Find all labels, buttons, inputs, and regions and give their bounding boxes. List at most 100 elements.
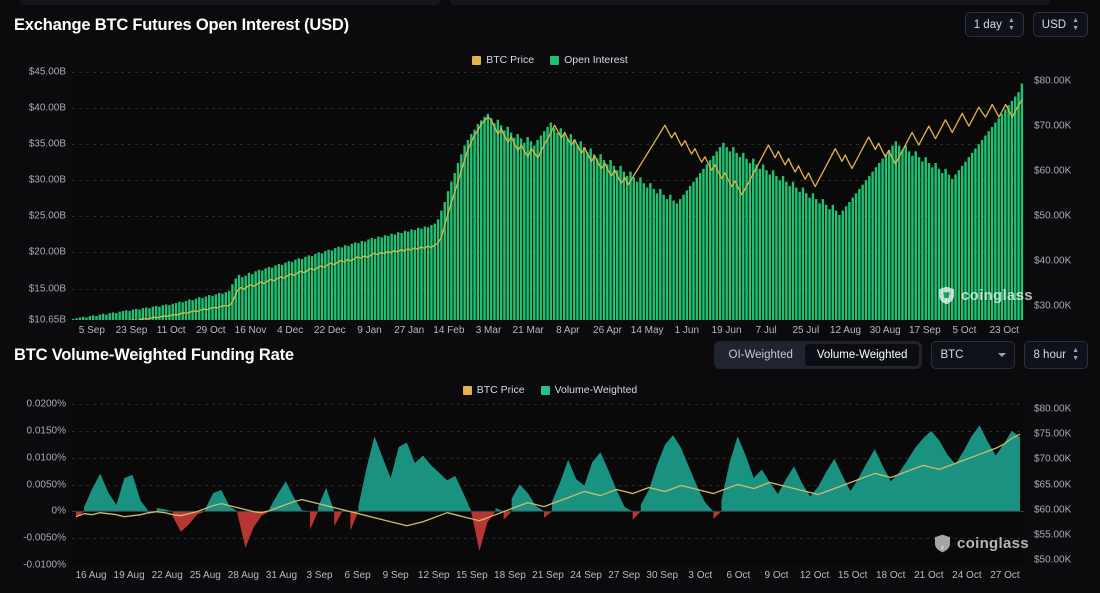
- x-axis-tick: 24 Oct: [952, 570, 982, 581]
- y-axis-tick-right: $60.00K: [1034, 165, 1072, 177]
- x-axis-tick: 5 Oct: [952, 325, 977, 336]
- x-axis-tick: 27 Jan: [394, 325, 425, 336]
- interval-select-value: 8 hour: [1033, 349, 1067, 361]
- open-interest-plot[interactable]: [72, 72, 1024, 320]
- x-axis-tick: 21 Sep: [532, 570, 564, 581]
- chart1-controls: 1 day ▲ ▼ USD ▲ ▼: [964, 12, 1088, 37]
- y-axis-tick-left: $40.00B: [28, 102, 66, 114]
- x-axis-tick: 18 Sep: [494, 570, 526, 581]
- x-axis-tick: 15 Sep: [455, 570, 488, 581]
- y-axis-tick-right: $70.00K: [1034, 453, 1072, 465]
- symbol-select-btc[interactable]: BTC: [931, 341, 1016, 369]
- legend-label: Open Interest: [564, 54, 628, 66]
- chart2-header: BTC Volume-Weighted Funding Rate OI-Weig…: [0, 336, 1100, 376]
- x-axis-tick: 18 Oct: [875, 570, 906, 581]
- x-axis-tick: 11 Oct: [156, 325, 186, 336]
- x-axis-tick: 23 Sep: [115, 325, 148, 336]
- legend-swatch-icon: [462, 385, 472, 395]
- x-axis-tick: 30 Sep: [646, 570, 679, 581]
- toggle-option-volume-weighted[interactable]: Volume-Weighted: [804, 344, 920, 366]
- y-axis-tick-left: $30.00B: [28, 174, 66, 186]
- y-axis-tick-right: $30.00K: [1034, 300, 1072, 312]
- legend-item-open-interest[interactable]: Open Interest: [550, 54, 628, 66]
- currency-select-usd[interactable]: USD ▲ ▼: [1032, 12, 1088, 37]
- x-axis-tick: 8 Apr: [556, 325, 580, 336]
- x-axis-tick: 12 Oct: [799, 570, 830, 581]
- interval-select-1day[interactable]: 1 day ▲ ▼: [964, 12, 1024, 37]
- x-axis-tick: 9 Sep: [382, 570, 409, 581]
- x-axis-tick: 29 Oct: [196, 325, 226, 336]
- x-axis-tick: 14 May: [630, 325, 664, 336]
- legend-item-volume-weighted[interactable]: Volume-Weighted: [540, 384, 638, 396]
- x-axis-tick: 16 Nov: [234, 325, 267, 336]
- symbol-select-value: BTC: [940, 349, 964, 361]
- weighting-toggle[interactable]: OI-Weighted Volume-Weighted: [713, 341, 923, 369]
- chart2-title: BTC Volume-Weighted Funding Rate: [14, 346, 294, 364]
- chart1-header: Exchange BTC Futures Open Interest (USD)…: [0, 6, 1100, 46]
- y-axis-tick-right: $80.00K: [1034, 75, 1072, 87]
- x-axis-tick: 21 Mar: [512, 325, 544, 336]
- y-axis-tick-left: -0.0050%: [23, 532, 66, 544]
- legend-label: BTC Price: [476, 384, 525, 396]
- y-axis-tick-left: $15.00B: [28, 283, 66, 295]
- x-axis-tick: 23 Oct: [989, 325, 1019, 336]
- y-axis-tick-left: -0.0100%: [23, 559, 66, 571]
- chevron-down-icon: [998, 353, 1007, 357]
- chart1-title: Exchange BTC Futures Open Interest (USD): [14, 16, 349, 34]
- funding-rate-plot[interactable]: [72, 404, 1024, 565]
- y-axis-tick-left: 0.0200%: [26, 398, 66, 410]
- interval-select-8hour[interactable]: 8 hour ▲ ▼: [1024, 341, 1088, 369]
- x-axis-tick: 28 Aug: [227, 570, 259, 581]
- legend-item-btc-price[interactable]: BTC Price: [472, 54, 534, 66]
- open-interest-section: Exchange BTC Futures Open Interest (USD)…: [0, 6, 1100, 336]
- y-axis-tick-right: $65.00K: [1034, 479, 1072, 490]
- y-axis-tick-left: $35.00B: [28, 138, 66, 150]
- chart2-controls: OI-Weighted Volume-Weighted BTC 8 hour ▲…: [713, 341, 1088, 369]
- legend-label: Volume-Weighted: [554, 384, 638, 396]
- y-axis-tick-left: $25.00B: [28, 210, 66, 222]
- legend-item-btc-price[interactable]: BTC Price: [462, 384, 525, 396]
- x-axis-tick: 12 Sep: [417, 570, 450, 581]
- chart1-legend: BTC Price Open Interest: [0, 54, 1100, 66]
- y-axis-tick-left: $45.00B: [28, 66, 66, 78]
- x-axis-tick: 6 Sep: [344, 570, 371, 581]
- toggle-option-oi-weighted[interactable]: OI-Weighted: [717, 344, 805, 366]
- x-axis-tick: 12 Aug: [829, 325, 862, 336]
- x-axis-tick: 24 Sep: [570, 570, 602, 581]
- x-axis-tick: 15 Oct: [837, 570, 868, 581]
- x-axis-tick: 19 Jun: [711, 325, 742, 336]
- y-axis-tick-right: $80.00K: [1034, 403, 1072, 415]
- x-axis-tick: 22 Aug: [151, 570, 183, 581]
- x-axis-tick: 27 Oct: [990, 570, 1020, 581]
- y-axis-tick-left: $20.00B: [28, 246, 66, 258]
- x-axis-tick: 3 Oct: [688, 570, 713, 581]
- coinglass-charts-page: Exchange BTC Futures Open Interest (USD)…: [0, 0, 1100, 593]
- y-axis-tick-left: 0.0150%: [26, 425, 66, 437]
- chevron-updown-icon: ▲ ▼: [1072, 16, 1079, 32]
- x-axis-tick: 4 Dec: [277, 325, 304, 336]
- x-axis-tick: 21 Oct: [914, 570, 944, 581]
- y-axis-tick-right: $70.00K: [1034, 120, 1072, 132]
- chart2-legend: BTC Price Volume-Weighted: [0, 384, 1100, 396]
- legend-swatch-icon: [540, 385, 550, 395]
- x-axis-tick: 1 Jun: [674, 325, 700, 336]
- y-axis-tick-right: $75.00K: [1034, 428, 1072, 440]
- chevron-updown-icon: ▲ ▼: [1007, 16, 1015, 32]
- x-axis-tick: 31 Aug: [265, 570, 298, 581]
- legend-label: BTC Price: [486, 54, 535, 66]
- x-axis-tick: 17 Sep: [908, 325, 941, 336]
- currency-select-value: USD: [1041, 18, 1067, 31]
- x-axis-tick: 5 Sep: [78, 325, 105, 336]
- y-axis-tick-right: $40.00K: [1034, 255, 1072, 267]
- x-axis-tick: 9 Oct: [764, 570, 789, 581]
- x-axis-tick: 9 Jan: [357, 325, 382, 336]
- x-axis-tick: 27 Sep: [608, 570, 641, 581]
- y-axis-tick-right: $55.00K: [1034, 529, 1072, 541]
- x-axis-tick: 25 Aug: [189, 570, 221, 581]
- x-axis-tick: 14 Feb: [433, 325, 465, 336]
- y-axis-tick-right: $50.00K: [1034, 210, 1072, 222]
- legend-swatch-icon: [550, 55, 560, 65]
- y-axis-tick-left: $10.65B: [28, 314, 66, 326]
- x-axis-tick: 6 Oct: [726, 570, 751, 581]
- x-axis-tick: 25 Jul: [792, 325, 820, 336]
